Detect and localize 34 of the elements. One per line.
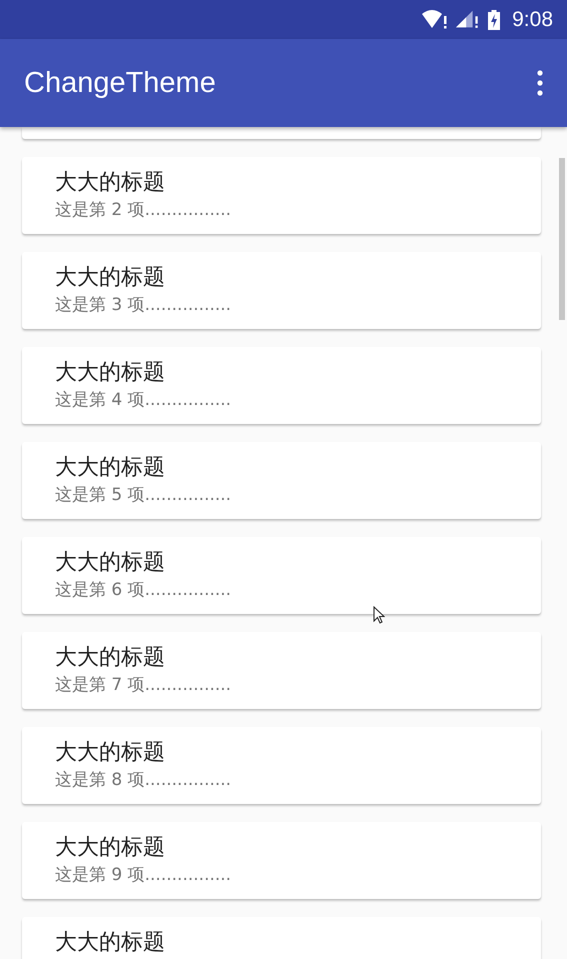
card-title: 大大的标题	[55, 834, 165, 862]
list-card[interactable]: 大大的标题 这是第 5 项................	[22, 442, 541, 519]
list-card[interactable]: 大大的标题 这是第 3 项................	[22, 252, 541, 329]
app-title: ChangeTheme	[24, 66, 216, 100]
list-card[interactable]: 大大的标题 这是第 6 项................	[22, 537, 541, 614]
card-subtitle: 这是第 5 项................	[55, 484, 232, 507]
status-time: 9:08	[512, 8, 553, 32]
card-title: 大大的标题	[55, 739, 165, 767]
list-card[interactable]: 大大的标题 这是第 7 项................	[22, 632, 541, 709]
list-card[interactable]: 大大的标题 这是第 4 项................	[22, 347, 541, 424]
card-subtitle: 这是第 9 项................	[55, 864, 232, 887]
card-title: 大大的标题	[55, 264, 165, 292]
card-subtitle: 这是第 2 项................	[55, 199, 232, 222]
card-title: 大大的标题	[55, 359, 165, 387]
card-title: 大大的标题	[55, 929, 165, 957]
list-card[interactable]: 大大的标题 这是第 8 项................	[22, 727, 541, 804]
battery-charging-icon	[488, 10, 500, 30]
card-title: 大大的标题	[55, 644, 165, 672]
list-card[interactable]: 大大的标题	[22, 917, 541, 959]
card-subtitle: 这是第 7 项................	[55, 674, 232, 697]
signal-icon	[456, 10, 480, 30]
pointer-icon	[373, 606, 385, 624]
list-card[interactable]: 大大的标题 这是第 9 项................	[22, 822, 541, 899]
list-card[interactable]: 大大的标题 这是第 2 项................	[22, 157, 541, 234]
card-subtitle: 这是第 6 项................	[55, 579, 232, 602]
more-vert-icon	[537, 70, 543, 96]
card-subtitle: 这是第 3 项................	[55, 294, 232, 317]
card-title: 大大的标题	[55, 454, 165, 482]
card-subtitle: 这是第 4 项................	[55, 389, 232, 412]
card-title: 大大的标题	[55, 169, 165, 197]
scrollbar[interactable]	[559, 158, 565, 320]
card-title: 大大的标题	[55, 549, 165, 577]
card-subtitle: 这是第 8 项................	[55, 769, 232, 792]
wifi-icon	[422, 10, 448, 30]
